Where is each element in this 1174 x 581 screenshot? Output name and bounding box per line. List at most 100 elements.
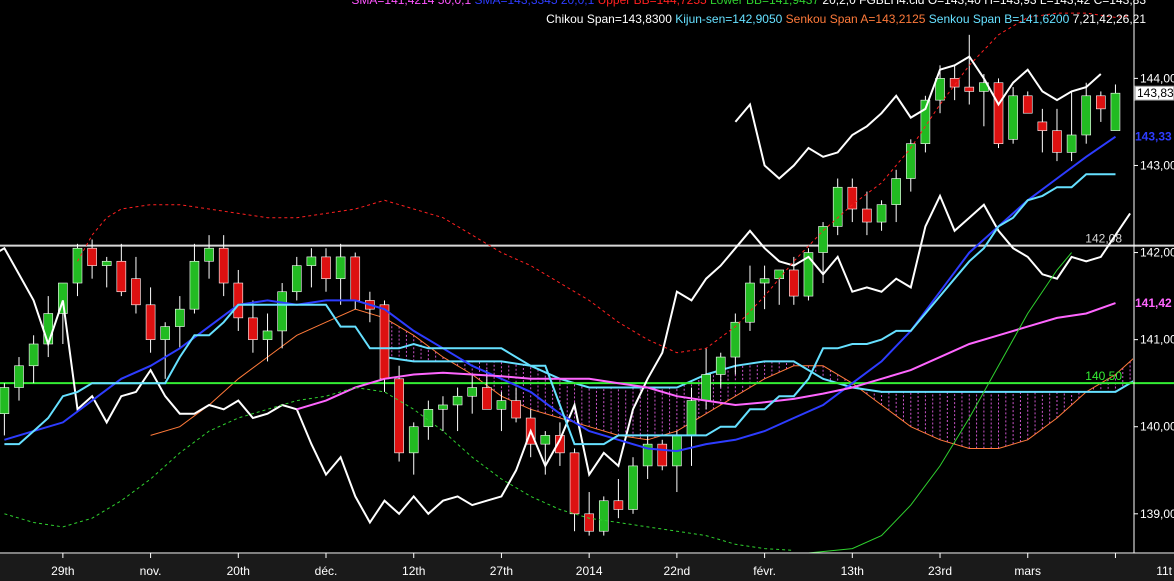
last-price-label: 143,83: [1137, 86, 1174, 100]
x-tick-label: 12th: [402, 564, 425, 578]
legend-line: SMA=141,4214 50,0,1 SMA=143,3345 20,0,1 …: [351, 0, 1146, 7]
x-tick-label: 27th: [490, 564, 513, 578]
candle-up: [745, 282, 755, 323]
x-tick-label: 23rd: [928, 564, 952, 578]
candle-down: [131, 278, 141, 306]
legend-entry: SMA=143,3345 20,0,1: [474, 0, 597, 7]
candle-up: [1081, 95, 1092, 136]
candle-up: [335, 256, 346, 279]
candle-down: [321, 256, 331, 279]
indicator-price-label: 143,33: [1135, 130, 1172, 144]
y-tick-label: 140,00: [1140, 420, 1174, 434]
candle-down: [379, 304, 390, 380]
candle-up: [1066, 134, 1077, 153]
y-tick-label: 143,00: [1140, 158, 1174, 172]
candle-up: [1008, 95, 1018, 140]
level-label: 140,50: [1085, 369, 1122, 383]
candle-up: [876, 204, 887, 223]
indicator-price-label: 141,42: [1135, 296, 1172, 310]
legend-line: Chikou Span=143,8300 Kijun-sen=142,9050 …: [546, 12, 1146, 26]
legend-entry: 20,2,0: [822, 0, 859, 7]
candle-down: [657, 443, 668, 467]
legend-entry: Chikou Span=143,8300: [546, 12, 675, 26]
candle-up: [452, 395, 463, 406]
candle-down: [993, 82, 1004, 144]
chart-stage: 142,08 140,50 139,00 140,00 141,00 142,00 143…: [0, 0, 1174, 581]
legend-entry: Upper BB=144,7255: [598, 0, 710, 7]
candle-up: [28, 343, 39, 367]
legend-entry: FGBLH4.cld O=143,40 H=143,93 L=143,42 C=…: [859, 0, 1146, 7]
candle-up: [423, 409, 434, 428]
y-tick-label: 139,00: [1140, 507, 1174, 521]
candle-down: [116, 260, 127, 293]
y-tick-label: 142,00: [1140, 246, 1174, 260]
candle-up: [291, 265, 302, 293]
candle-down: [1096, 95, 1106, 110]
candle-down: [613, 500, 624, 510]
candle-up: [715, 356, 726, 375]
legend-entry: Senkou Span A=143,2125: [786, 12, 929, 26]
candle-up: [0, 387, 10, 414]
candle-down: [1052, 130, 1062, 153]
candle-up: [438, 404, 448, 410]
candle-up: [467, 387, 478, 397]
candle-up: [496, 400, 507, 410]
candle-up: [262, 330, 273, 340]
candle-down: [248, 317, 258, 340]
candle-down: [350, 256, 361, 301]
x-tick-label: 11t: [1156, 564, 1172, 578]
candle-up: [72, 247, 83, 284]
candle-down: [145, 304, 156, 340]
candle-up: [160, 326, 170, 340]
candle-down: [482, 387, 492, 410]
candle-up: [935, 78, 945, 101]
candle-up: [686, 400, 697, 436]
candle-up: [1110, 92, 1121, 131]
candle-up: [408, 426, 419, 454]
x-tick-label: 20th: [227, 564, 250, 578]
ichimoku-price-chart: 142,08140,50 139,00140,00141,00142,00143…: [0, 0, 1174, 581]
legend-entry: 7,21,42,26,21: [1073, 12, 1147, 26]
candle-down: [233, 282, 244, 319]
x-tick-label: 22nd: [664, 564, 691, 578]
legend-entry: Lower BB=141,9437: [710, 0, 822, 7]
x-tick-label: nov.: [140, 564, 162, 578]
candle-down: [949, 78, 960, 88]
candle-up: [701, 374, 711, 401]
candle-up: [759, 278, 770, 284]
candle-down: [87, 247, 97, 266]
candle-down: [394, 378, 404, 454]
candle-up: [101, 260, 112, 266]
candle-down: [511, 400, 521, 419]
candle-up: [43, 313, 54, 345]
candle-up: [14, 365, 24, 388]
candle-up: [891, 178, 901, 205]
x-tick-label: 2014: [576, 564, 603, 578]
candle-down: [569, 452, 580, 515]
y-tick-label: 144,00: [1140, 71, 1174, 85]
candle-up: [204, 247, 214, 262]
x-tick-label: 13th: [841, 564, 864, 578]
x-tick-label: févr.: [753, 564, 776, 578]
candle-up: [598, 500, 609, 532]
candle-down: [847, 186, 858, 210]
legend-entry: Kijun-sen=142,9050: [675, 12, 785, 26]
x-tick-label: 29th: [51, 564, 74, 578]
candle-up: [540, 435, 551, 445]
candle-up: [832, 186, 843, 227]
x-tick-label: déc.: [315, 564, 338, 578]
candle-down: [1022, 95, 1033, 114]
candle-up: [306, 256, 317, 266]
candle-down: [218, 247, 229, 284]
candle-down: [789, 269, 799, 297]
candle-up: [189, 260, 200, 310]
y-tick-label: 141,00: [1140, 333, 1174, 347]
candle-down: [964, 86, 975, 92]
candle-up: [277, 291, 287, 332]
candle-up: [730, 321, 741, 358]
candle-up: [628, 465, 638, 510]
candle-down: [862, 208, 872, 223]
candle-up: [175, 308, 185, 327]
x-tick-label: mars: [1014, 564, 1041, 578]
candle-down: [1037, 121, 1048, 131]
